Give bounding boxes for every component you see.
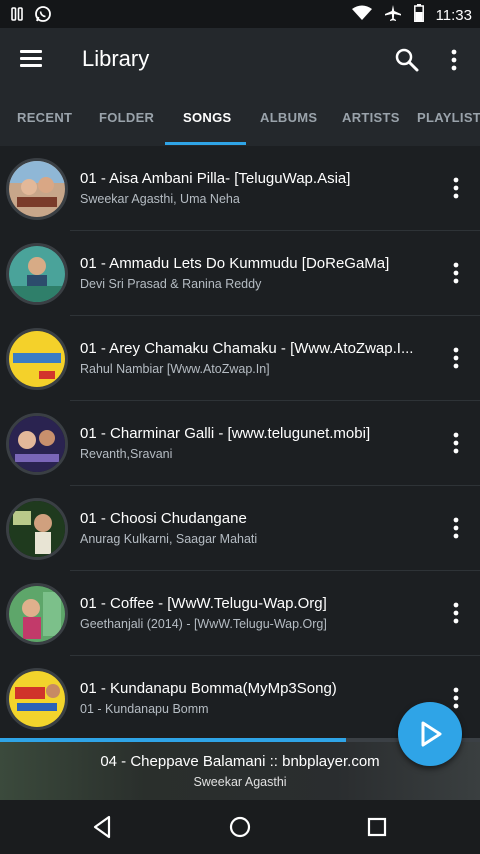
whatsapp-icon (34, 5, 52, 28)
song-row[interactable]: 01 - Charminar Galli - [www.telugunet.mo… (0, 401, 480, 486)
more-vert-icon[interactable] (446, 514, 466, 542)
back-icon[interactable] (88, 812, 118, 842)
song-title: 01 - Coffee - [WwW.Telugu-Wap.Org] (80, 595, 327, 612)
play-icon (421, 721, 442, 747)
more-vert-icon[interactable] (446, 259, 466, 287)
play-button[interactable] (398, 702, 462, 766)
song-artist: Revanth,Sravani (80, 447, 173, 461)
recents-icon[interactable] (362, 812, 392, 842)
tab-songs[interactable]: SONGS (183, 110, 231, 125)
search-icon[interactable] (392, 45, 422, 75)
page-title: Library (82, 46, 150, 71)
tab-artists[interactable]: ARTISTS (342, 110, 400, 125)
song-artist: Geethanjali (2014) - [WwW.Telugu-Wap.Org… (80, 617, 327, 631)
song-title: 01 - Aisa Ambani Pilla- [TeluguWap.Asia] (80, 170, 351, 187)
album-art (6, 243, 68, 305)
tab-recent[interactable]: RECENT (17, 110, 72, 125)
song-artist: Sweekar Agasthi, Uma Neha (80, 192, 240, 206)
more-vert-icon[interactable] (446, 45, 462, 75)
song-title: 01 - Arey Chamaku Chamaku - [Www.AtoZwap… (80, 340, 414, 357)
app-bar: Library (0, 28, 480, 92)
song-row[interactable]: 01 - Aisa Ambani Pilla- [TeluguWap.Asia]… (0, 146, 480, 231)
more-vert-icon[interactable] (446, 599, 466, 627)
battery-icon (413, 4, 424, 26)
song-artist: Anurag Kulkarni, Saagar Mahati (80, 532, 258, 546)
song-row[interactable]: 01 - Choosi Chudangane Anurag Kulkarni, … (0, 486, 480, 571)
album-art (6, 158, 68, 220)
song-title: 01 - Kundanapu Bomma(MyMp3Song) (80, 680, 337, 697)
status-time: 11:33 (435, 6, 472, 24)
song-row[interactable]: 01 - Coffee - [WwW.Telugu-Wap.Org] Geeth… (0, 571, 480, 656)
song-row[interactable]: 01 - Arey Chamaku Chamaku - [Www.AtoZwap… (0, 316, 480, 401)
home-icon[interactable] (225, 812, 255, 842)
song-row[interactable]: 01 - Ammadu Lets Do Kummudu [DoReGaMa] D… (0, 231, 480, 316)
album-art (6, 328, 68, 390)
airplane-icon (384, 4, 402, 26)
song-title: 01 - Charminar Galli - [www.telugunet.mo… (80, 425, 371, 442)
tab-indicator (165, 142, 246, 145)
more-vert-icon[interactable] (446, 429, 466, 457)
wifi-icon (351, 5, 372, 25)
album-art (6, 583, 68, 645)
song-artist: Devi Sri Prasad & Ranina Reddy (80, 277, 262, 291)
status-bar: 11:33 (0, 0, 480, 28)
library-tabs: RECENT FOLDER SONGS ALBUMS ARTISTS PLAYL… (0, 92, 480, 146)
now-playing-artist: Sweekar Agasthi (193, 775, 287, 789)
album-art (6, 413, 68, 475)
music-player-screen: 11:33 Library RECENT FOLDER SONGS ALBUMS… (0, 0, 480, 854)
more-vert-icon[interactable] (446, 174, 466, 202)
song-title: 01 - Ammadu Lets Do Kummudu [DoReGaMa] (80, 255, 390, 272)
tab-playlists[interactable]: PLAYLISTS (417, 110, 480, 125)
song-artist: Rahul Nambiar [Www.AtoZwap.In] (80, 362, 270, 376)
song-title: 01 - Choosi Chudangane (80, 510, 247, 527)
song-artist: 01 - Kundanapu Bomm (80, 702, 209, 716)
album-art (6, 498, 68, 560)
song-list: 01 - Aisa Ambani Pilla- [TeluguWap.Asia]… (0, 146, 480, 740)
system-nav-bar (0, 800, 480, 854)
pause-icon (10, 6, 24, 27)
more-vert-icon[interactable] (446, 344, 466, 372)
tab-folder[interactable]: FOLDER (99, 110, 154, 125)
tab-albums[interactable]: ALBUMS (260, 110, 317, 125)
menu-icon[interactable] (16, 46, 48, 74)
album-art (6, 668, 68, 730)
